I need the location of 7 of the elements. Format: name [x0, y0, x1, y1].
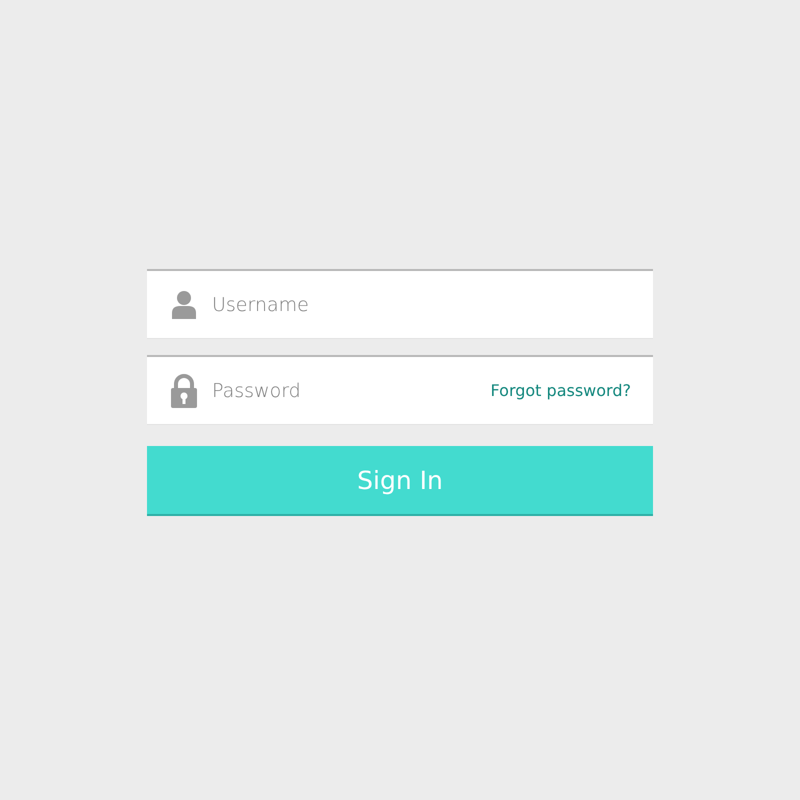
padlock-icon [171, 374, 197, 408]
username-field[interactable]: Username [147, 269, 653, 339]
forgot-password-link[interactable]: Forgot password? [490, 381, 631, 400]
password-field[interactable]: Password Forgot password? [147, 355, 653, 425]
password-input[interactable]: Password [212, 380, 491, 402]
username-input[interactable]: Username [212, 294, 631, 316]
person-icon [171, 290, 197, 320]
